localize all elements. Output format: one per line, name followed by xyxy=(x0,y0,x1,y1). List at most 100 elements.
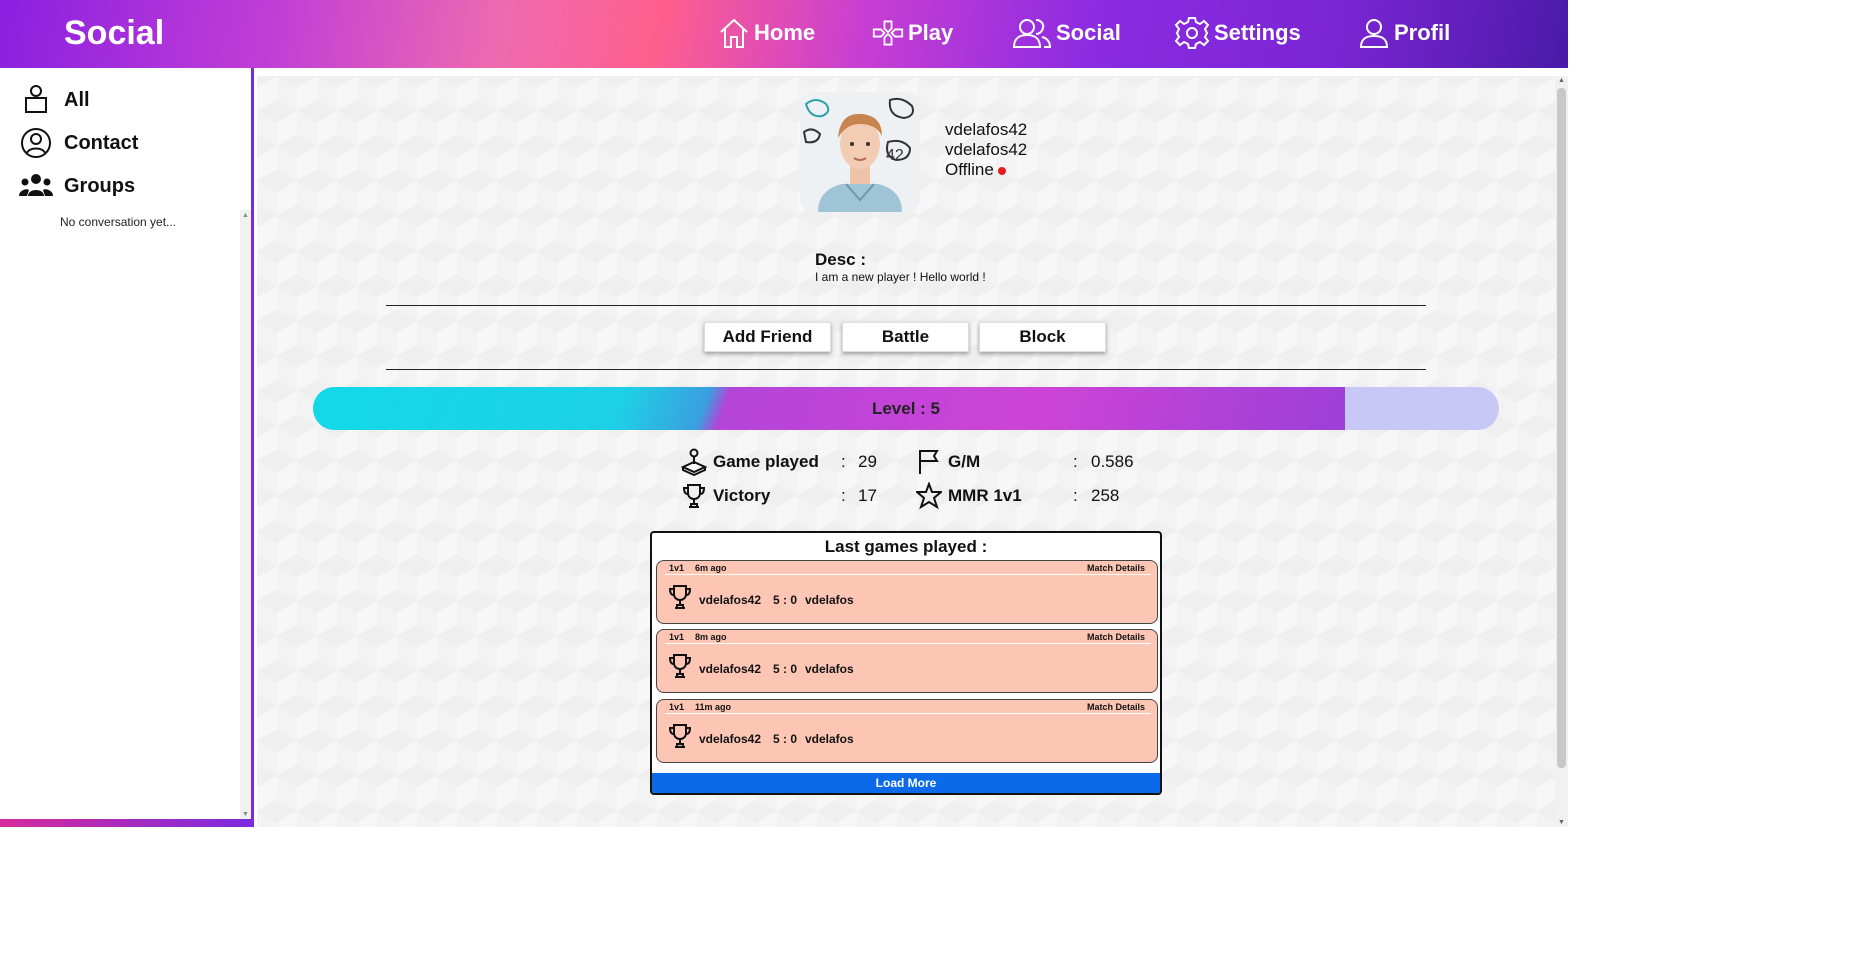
game-time: 8m ago xyxy=(695,632,727,642)
level-progress-bar: Level : 5 xyxy=(313,387,1499,430)
person-icon xyxy=(25,85,47,113)
username: vdelafos42 xyxy=(945,120,1028,139)
stat-gm: G/M : 0.586 xyxy=(916,448,1146,476)
joystick-icon xyxy=(681,448,707,476)
nav-play-label: Play xyxy=(908,20,954,45)
stat-value: 0.586 xyxy=(1091,452,1134,471)
description-title: Desc : xyxy=(815,250,867,269)
scrollbar-thumb[interactable] xyxy=(1557,88,1566,768)
trophy-icon xyxy=(668,585,692,609)
sidebar-scrollbar[interactable]: ▲ ▼ xyxy=(240,210,251,820)
divider xyxy=(386,305,1426,306)
top-navbar: Social Home Play Social Settings Profil xyxy=(0,0,1568,68)
player1-name: vdelafos42 xyxy=(699,732,762,746)
match-details-link[interactable]: Match Details xyxy=(1087,702,1145,712)
user-circle-icon xyxy=(21,128,51,158)
status-text: Offline xyxy=(945,160,994,179)
stat-colon: : xyxy=(841,486,846,505)
player1-name: vdelafos42 xyxy=(699,662,762,676)
trophy-icon xyxy=(668,724,692,748)
sidebar-item-groups[interactable]: Groups xyxy=(18,170,135,202)
main-scrollbar[interactable]: ▲ ▼ xyxy=(1555,76,1568,827)
stat-colon: : xyxy=(1073,452,1078,471)
divider xyxy=(665,713,1151,714)
player2-name: vdelafos xyxy=(805,662,854,676)
trophy-icon xyxy=(668,654,692,678)
level-label: Level : 5 xyxy=(871,398,941,418)
stat-games-played: Game played : 29 xyxy=(681,448,891,476)
stat-mmr: MMR 1v1 : 258 xyxy=(916,482,1146,510)
last-games-title: Last games played : xyxy=(824,537,988,556)
profile-panel: 42 vdelafos42 vdelafos42 Offline Desc : … xyxy=(257,76,1555,827)
player2-name: vdelafos xyxy=(805,732,854,746)
gear-icon xyxy=(1174,17,1210,49)
match-details-link[interactable]: Match Details xyxy=(1087,632,1145,642)
nav-home-label: Home xyxy=(754,20,816,45)
description-text: I am a new player ! Hello world ! xyxy=(815,270,986,284)
stat-colon: : xyxy=(1073,486,1078,505)
player2-name: vdelafos xyxy=(805,593,854,607)
sidebar-item-contact[interactable]: Contact xyxy=(18,127,138,159)
star-icon xyxy=(916,482,942,510)
stat-colon: : xyxy=(841,452,846,471)
match-details-link[interactable]: Match Details xyxy=(1087,563,1145,573)
last-games-panel: Last games played : 1v1 6m ago Match Det… xyxy=(650,531,1162,795)
status-badge: Offline xyxy=(945,160,1027,180)
scroll-up-icon[interactable]: ▲ xyxy=(1558,77,1565,84)
home-icon xyxy=(720,18,748,48)
sidebar: All Contact Groups No conversation yet..… xyxy=(0,68,254,827)
flag-icon xyxy=(919,450,939,474)
avatar-photo: 42 xyxy=(800,92,920,212)
stat-label: Victory xyxy=(713,486,771,505)
user-icon xyxy=(1359,19,1389,48)
stat-victory: Victory : 17 xyxy=(681,482,891,510)
block-button[interactable]: Block xyxy=(979,322,1106,352)
sidebar-item-all[interactable]: All xyxy=(18,84,90,116)
add-friend-button[interactable]: Add Friend xyxy=(704,322,831,352)
user-info: vdelafos42 vdelafos42 Offline xyxy=(945,120,1027,180)
divider xyxy=(665,643,1151,644)
game-mode: 1v1 xyxy=(669,632,685,642)
game-time: 6m ago xyxy=(695,563,727,573)
divider xyxy=(665,574,1151,575)
divider xyxy=(386,369,1426,370)
nav-home[interactable]: Home xyxy=(718,16,815,50)
battle-button[interactable]: Battle xyxy=(842,322,969,352)
nav-social[interactable]: Social xyxy=(1012,16,1121,50)
scroll-up-icon[interactable]: ▲ xyxy=(242,212,249,219)
player1-name: vdelafos42 xyxy=(699,593,762,607)
nav-play[interactable]: Play xyxy=(872,16,953,50)
empty-conversation-text: No conversation yet... xyxy=(60,215,177,229)
stat-value: 258 xyxy=(1091,486,1120,505)
page-title: Social xyxy=(64,14,165,52)
list-item: 1v1 11m ago Match Details vdelafos42 5 :… xyxy=(656,699,1158,763)
game-score: 5 : 0 xyxy=(773,662,798,676)
trophy-icon xyxy=(682,484,706,508)
stat-value: 29 xyxy=(858,452,877,471)
svg-text:42: 42 xyxy=(886,147,904,164)
gamepad-icon xyxy=(872,20,904,46)
nav-profil-label: Profil xyxy=(1394,20,1451,45)
scroll-down-icon[interactable]: ▼ xyxy=(1558,819,1565,826)
avatar: 42 xyxy=(800,92,920,212)
nav-settings[interactable]: Settings xyxy=(1174,16,1301,50)
game-mode: 1v1 xyxy=(669,702,685,712)
load-more-button[interactable]: Load More xyxy=(652,773,1160,793)
game-time: 11m ago xyxy=(695,702,732,712)
users-icon xyxy=(1012,19,1052,48)
sidebar-item-label: Groups xyxy=(64,174,136,197)
scroll-down-icon[interactable]: ▼ xyxy=(242,811,249,818)
nav-settings-label: Settings xyxy=(1214,20,1301,45)
game-mode: 1v1 xyxy=(669,563,685,573)
sidebar-bottom-accent xyxy=(0,819,254,827)
stat-label: G/M xyxy=(948,452,981,471)
nav-social-label: Social xyxy=(1056,20,1121,45)
sidebar-item-label: All xyxy=(64,88,90,111)
stat-label: MMR 1v1 xyxy=(948,486,1022,505)
nav-profil[interactable]: Profil xyxy=(1358,16,1450,50)
game-score: 5 : 0 xyxy=(773,732,798,746)
stat-label: Game played xyxy=(713,452,819,471)
list-item: 1v1 8m ago Match Details vdelafos42 5 : … xyxy=(656,629,1158,693)
sidebar-item-label: Contact xyxy=(64,131,139,154)
group-icon xyxy=(19,174,53,196)
